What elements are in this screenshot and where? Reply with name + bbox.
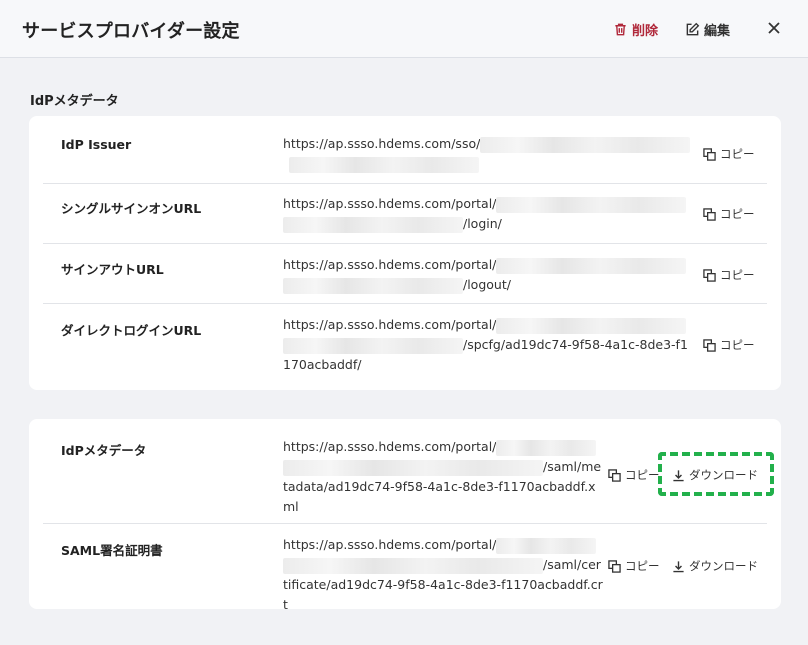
redacted-block xyxy=(480,136,691,153)
metadata-row-signout-url: サインアウトURL https://ap.ssso.hdems.com/port… xyxy=(43,243,767,303)
row-value: https://ap.ssso.hdems.com/portal/ /login… xyxy=(283,194,693,234)
download-button-highlight xyxy=(658,452,774,496)
copy-label: コピー xyxy=(720,268,755,282)
redacted-block xyxy=(496,196,687,213)
dialog-header: サービスプロバイダー設定 削除 編集 xyxy=(0,0,808,58)
delete-button[interactable]: 削除 xyxy=(613,19,658,39)
metadata-row-sso-url: シングルサインオンURL https://ap.ssso.hdems.com/p… xyxy=(43,183,767,243)
redacted-block xyxy=(283,459,543,476)
redacted-block xyxy=(283,216,463,233)
redacted-block xyxy=(283,337,463,354)
row-value: https://ap.ssso.hdems.com/sso/ xyxy=(283,134,693,174)
copy-label: コピー xyxy=(720,147,755,161)
value-text: https://ap.ssso.hdems.com/portal/ xyxy=(283,257,497,272)
copy-button[interactable]: コピー xyxy=(608,467,660,483)
delete-label: 削除 xyxy=(632,23,659,39)
copy-icon xyxy=(703,207,716,221)
row-value: https://ap.ssso.hdems.com/portal/ /spcfg… xyxy=(283,315,693,375)
copy-label: コピー xyxy=(625,559,660,573)
copy-button[interactable]: コピー xyxy=(703,146,755,162)
page-title: サービスプロバイダー設定 xyxy=(22,21,240,42)
value-text: https://ap.ssso.hdems.com/portal/ xyxy=(283,196,497,211)
copy-label: コピー xyxy=(720,338,755,352)
download-label: ダウンロード xyxy=(689,559,758,573)
copy-icon xyxy=(703,147,716,161)
copy-label: コピー xyxy=(625,468,660,482)
row-label: シングルサインオンURL xyxy=(61,201,202,216)
row-label: IdP Issuer xyxy=(61,137,132,152)
section-label-idp-metadata: IdPメタデータ xyxy=(30,94,119,109)
copy-icon xyxy=(703,338,716,352)
value-text: /logout/ xyxy=(463,277,511,292)
metadata-row-direct-login-url: ダイレクトログインURL https://ap.ssso.hdems.com/p… xyxy=(43,303,767,390)
row-label: SAML署名証明書 xyxy=(61,543,163,558)
value-text: https://ap.ssso.hdems.com/portal/ xyxy=(283,439,497,454)
copy-icon xyxy=(608,468,621,482)
edit-button[interactable]: 編集 xyxy=(685,19,730,39)
copy-button[interactable]: コピー xyxy=(703,206,755,222)
row-value: https://ap.ssso.hdems.com/portal/ /logou… xyxy=(283,255,693,295)
metadata-download-card: IdPメタデータ https://ap.ssso.hdems.com/porta… xyxy=(29,419,781,612)
trash-icon xyxy=(613,22,628,37)
metadata-row-saml-certificate: SAML署名証明書 https://ap.ssso.hdems.com/port… xyxy=(43,523,767,612)
redacted-block xyxy=(496,257,687,274)
row-value: https://ap.ssso.hdems.com/portal/ /saml/… xyxy=(283,437,603,517)
row-label: サインアウトURL xyxy=(61,262,164,277)
redacted-block xyxy=(283,277,463,294)
copy-icon xyxy=(608,559,621,573)
copy-label: コピー xyxy=(720,207,755,221)
edit-icon xyxy=(685,22,700,37)
redacted-block xyxy=(289,156,479,173)
close-icon xyxy=(767,21,781,35)
value-text: https://ap.ssso.hdems.com/portal/ xyxy=(283,537,497,552)
close-button[interactable] xyxy=(764,18,784,38)
copy-button[interactable]: コピー xyxy=(703,337,755,353)
metadata-row-idp-issuer: IdP Issuer https://ap.ssso.hdems.com/sso… xyxy=(43,116,767,183)
row-label: IdPメタデータ xyxy=(61,443,147,458)
copy-button[interactable]: コピー xyxy=(608,558,660,574)
edit-label: 編集 xyxy=(704,23,731,39)
redacted-block xyxy=(496,439,597,456)
download-button[interactable]: ダウンロード xyxy=(672,558,758,574)
value-text: https://ap.ssso.hdems.com/sso/ xyxy=(283,136,481,151)
download-icon xyxy=(672,560,685,573)
copy-button[interactable]: コピー xyxy=(703,267,755,283)
value-text: https://ap.ssso.hdems.com/portal/ xyxy=(283,317,497,332)
redacted-block xyxy=(283,557,543,574)
redacted-block xyxy=(496,317,687,334)
copy-icon xyxy=(703,268,716,282)
idp-metadata-card: IdP Issuer https://ap.ssso.hdems.com/sso… xyxy=(29,116,781,390)
value-text: /login/ xyxy=(463,216,502,231)
row-label: ダイレクトログインURL xyxy=(61,323,202,338)
row-value: https://ap.ssso.hdems.com/portal/ /saml/… xyxy=(283,535,603,615)
redacted-block xyxy=(496,537,597,554)
